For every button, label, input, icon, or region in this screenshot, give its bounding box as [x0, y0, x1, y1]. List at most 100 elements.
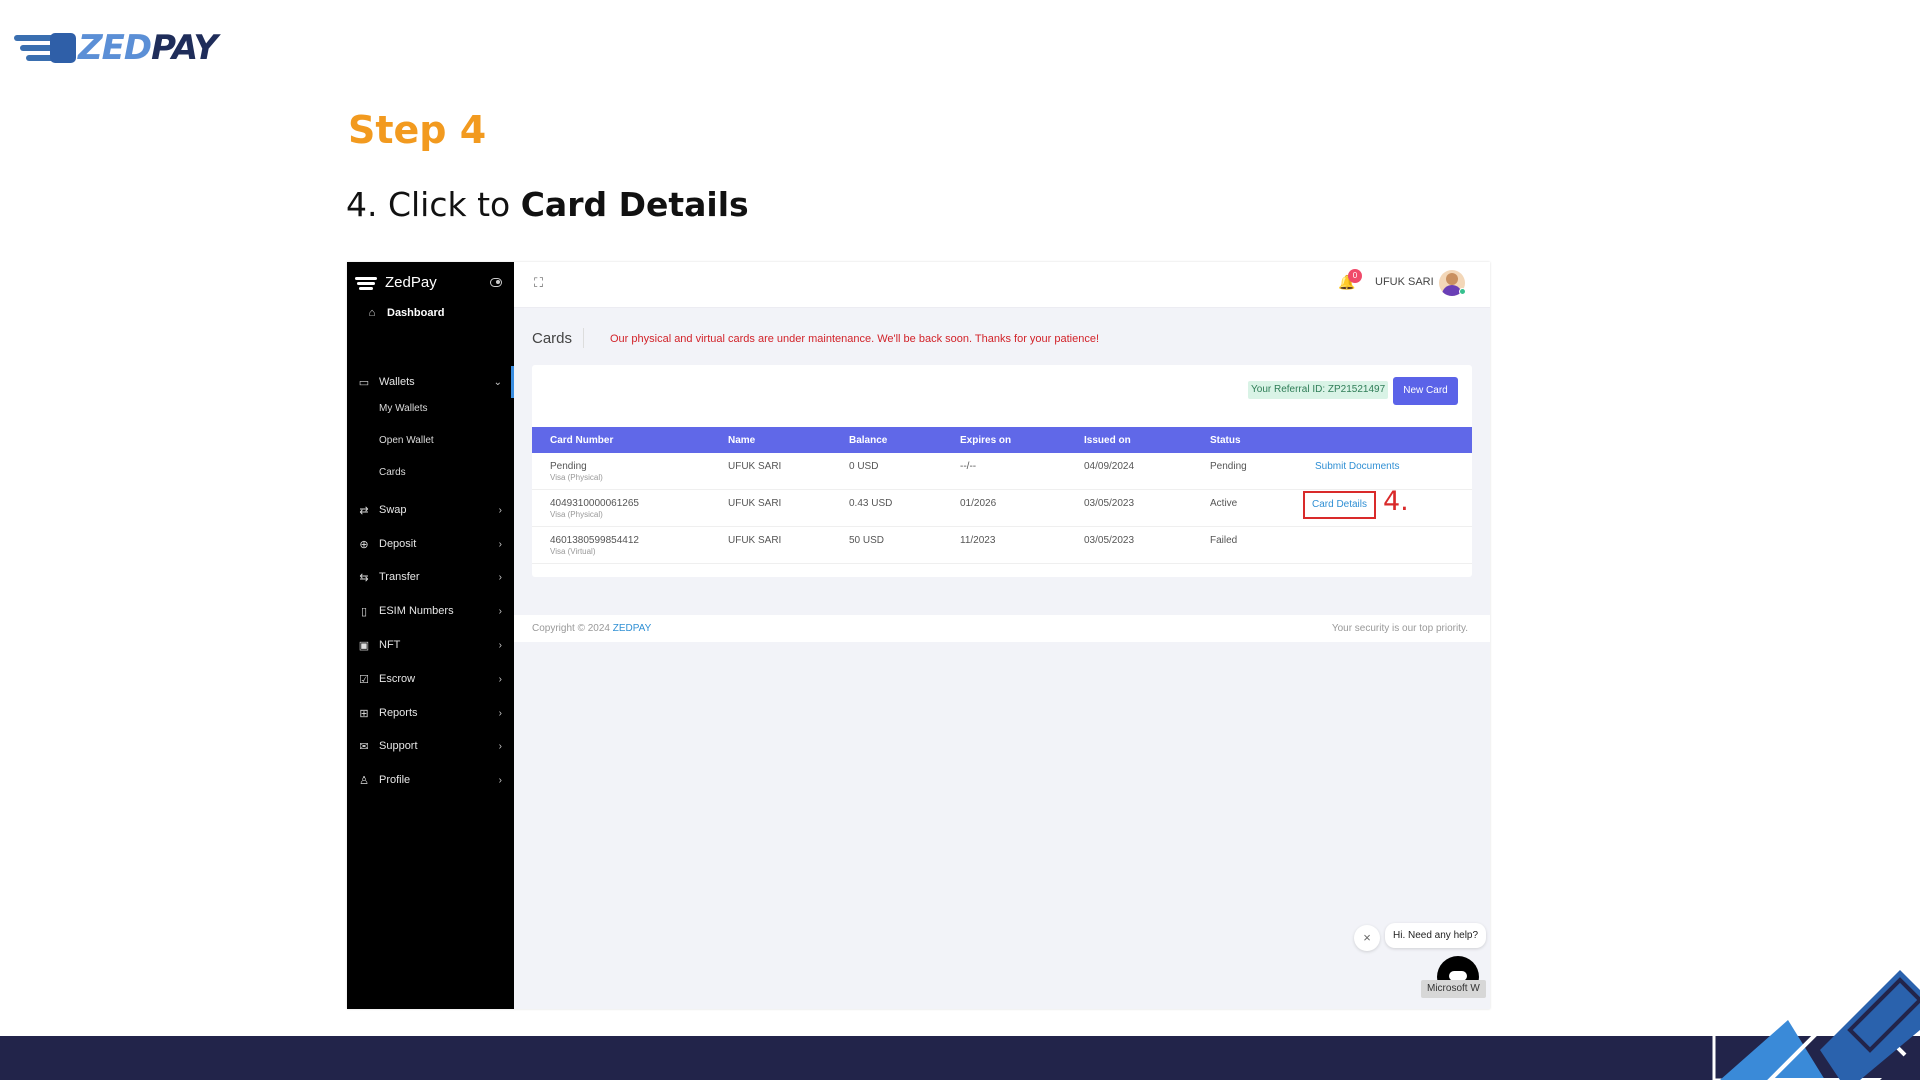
- card-balance: 0 USD: [849, 461, 879, 472]
- sidebar-item-deposit[interactable]: ⊕ Deposit ›: [347, 532, 514, 556]
- table-header: Card Number Name Balance Expires on Issu…: [532, 427, 1472, 453]
- sidebar-item-profile[interactable]: ♙ Profile ›: [347, 768, 514, 792]
- logo-text-zed: ZED: [78, 28, 152, 68]
- table-row: Pending Visa (Physical) UFUK SARI 0 USD …: [532, 453, 1472, 490]
- copyright-prefix: Copyright © 2024: [532, 623, 613, 634]
- new-card-button[interactable]: New Card: [1393, 377, 1458, 405]
- submit-documents-link[interactable]: Submit Documents: [1315, 461, 1399, 472]
- zedpay-logo: ZEDPAY: [14, 28, 218, 68]
- bottom-bar: [0, 1036, 1920, 1080]
- chevron-right-icon: ›: [498, 571, 502, 583]
- maintenance-message: Our physical and virtual cards are under…: [610, 333, 1100, 345]
- table-row: 4049310000061265 Visa (Physical) UFUK SA…: [532, 486, 1472, 527]
- copyright: Copyright © 2024 ZEDPAY: [532, 623, 651, 634]
- sidebar-item-label: Support: [379, 740, 418, 752]
- card-status: Failed: [1210, 535, 1238, 546]
- check-square-icon: ☑: [359, 673, 369, 686]
- chevron-down-icon: ⌄: [493, 376, 502, 388]
- sidebar-item-label: Wallets: [379, 376, 415, 388]
- card-name: UFUK SARI: [728, 498, 782, 509]
- column-header: Balance: [849, 435, 888, 446]
- table-row: 4601380599854412 Visa (Virtual) UFUK SAR…: [532, 527, 1472, 564]
- card-number: Pending: [550, 461, 587, 472]
- corner-decoration: [1712, 970, 1920, 1080]
- topbar: ⛶ 🔔 0 UFUK SARI: [514, 262, 1490, 308]
- plus-circle-icon: ⊕: [359, 538, 369, 551]
- card-expires: --/--: [960, 461, 977, 472]
- chat-close-icon[interactable]: ×: [1354, 925, 1380, 951]
- fullscreen-icon[interactable]: ⛶: [534, 276, 547, 289]
- column-header: Card Number: [550, 435, 614, 446]
- wallet-icon: ▭: [358, 376, 370, 389]
- card-number: 4601380599854412: [550, 535, 639, 546]
- sidebar-item-nft[interactable]: ▣ NFT ›: [347, 633, 514, 657]
- sidebar-item-dashboard[interactable]: ⌂ Dashboard: [347, 301, 514, 325]
- app-screenshot: ZedPay ⌂ Dashboard ▭ Wallets ⌄ My Wallet…: [347, 262, 1490, 1009]
- sidebar-item-label: Reports: [379, 707, 418, 719]
- card-balance: 50 USD: [849, 535, 885, 546]
- card-issued: 04/09/2024: [1084, 461, 1135, 472]
- card-expires: 11/2023: [960, 535, 996, 546]
- security-note: Your security is our top priority.: [1331, 623, 1468, 634]
- sidebar-item-reports[interactable]: ⊞ Reports ›: [347, 701, 514, 725]
- sidebar-brand[interactable]: ZedPay: [355, 274, 437, 291]
- card-type: Visa (Physical): [550, 510, 603, 519]
- chevron-right-icon: ›: [498, 538, 502, 550]
- tooltip: Microsoft W: [1421, 980, 1486, 998]
- sidebar-item-esim-numbers[interactable]: ▯ ESIM Numbers ›: [347, 599, 514, 623]
- sidebar-subitem-my-wallets[interactable]: My Wallets: [379, 403, 428, 414]
- notification-badge: 0: [1348, 269, 1362, 283]
- card-status: Active: [1210, 498, 1238, 509]
- notification-bell-icon[interactable]: 🔔 0: [1338, 269, 1362, 292]
- column-header: Status: [1210, 435, 1241, 446]
- chevron-right-icon: ›: [498, 707, 502, 719]
- grid-icon: ⊞: [359, 707, 369, 720]
- copyright-brand-link[interactable]: ZEDPAY: [613, 623, 652, 634]
- referral-id-badge: Your Referral ID: ZP21521497: [1248, 381, 1389, 399]
- page-title: Cards: [532, 330, 573, 347]
- sidebar-item-wallets[interactable]: ▭ Wallets ⌄: [347, 370, 514, 394]
- sidebar-item-swap[interactable]: ⇄ Swap ›: [347, 498, 514, 522]
- chevron-right-icon: ›: [498, 504, 502, 516]
- sidebar-subitem-cards[interactable]: Cards: [379, 467, 406, 478]
- sidebar-item-escrow[interactable]: ☑ Escrow ›: [347, 667, 514, 691]
- swap-icon: ⇄: [359, 504, 369, 517]
- sidebar-item-label: Dashboard: [387, 307, 445, 319]
- sidebar-item-support[interactable]: ✉ Support ›: [347, 734, 514, 758]
- sidebar-item-label: Escrow: [379, 673, 416, 685]
- sidebar-item-transfer[interactable]: ⇆ Transfer ›: [347, 565, 514, 589]
- column-header: Name: [728, 435, 756, 446]
- divider: [583, 328, 584, 348]
- card-details-button[interactable]: Card Details: [1305, 499, 1374, 510]
- chevron-right-icon: ›: [498, 605, 502, 617]
- transfer-icon: ⇆: [359, 571, 369, 584]
- card-type: Visa (Physical): [550, 473, 603, 482]
- user-name[interactable]: UFUK SARI: [1375, 276, 1434, 288]
- sidebar-item-label: Profile: [379, 774, 411, 786]
- sidebar: ZedPay ⌂ Dashboard ▭ Wallets ⌄ My Wallet…: [347, 262, 514, 1009]
- sidebar-subitem-open-wallet[interactable]: Open Wallet: [379, 435, 434, 446]
- sidebar-item-label: Transfer: [379, 571, 420, 583]
- sidebar-item-label: NFT: [379, 639, 401, 651]
- chevron-right-icon: ›: [498, 774, 502, 786]
- phone-icon: ▯: [360, 605, 368, 618]
- logo-text: ZEDPAY: [78, 28, 218, 68]
- active-indicator: [511, 366, 514, 398]
- brand-name: ZedPay: [385, 274, 437, 291]
- chat-greeting[interactable]: Hi. Need any help?: [1385, 923, 1487, 948]
- brand-logo-icon: [355, 276, 377, 290]
- column-header: Expires on: [960, 435, 1012, 446]
- cards-panel: Your Referral ID: ZP21521497 New Card Ca…: [532, 365, 1472, 577]
- logo-mark-icon: [14, 29, 76, 67]
- card-type: Visa (Virtual): [550, 547, 596, 556]
- user-icon: ♙: [359, 774, 369, 787]
- instruction: 4. Click to Card Details: [346, 185, 749, 224]
- sidebar-item-label: ESIM Numbers: [379, 605, 454, 617]
- card-expires: 01/2026: [960, 498, 997, 509]
- card-name: UFUK SARI: [728, 535, 782, 546]
- sidebar-item-label: Swap: [379, 504, 407, 516]
- card-issued: 03/05/2023: [1084, 535, 1135, 546]
- sidebar-toggle-icon[interactable]: [490, 278, 502, 287]
- instruction-prefix: 4. Click to: [346, 185, 521, 224]
- image-icon: ▣: [358, 639, 370, 652]
